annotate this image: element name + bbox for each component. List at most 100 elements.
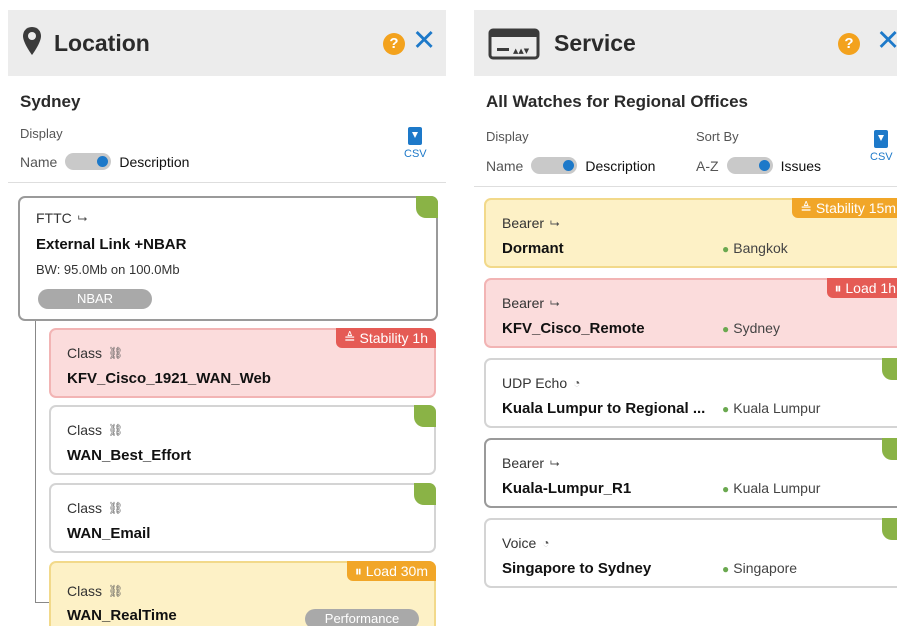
divider bbox=[8, 182, 446, 183]
card-type: Voice bbox=[502, 535, 537, 551]
svg-text:▲▲▼: ▲▲▼ bbox=[513, 47, 530, 55]
class-icon: ⛓ bbox=[108, 423, 124, 437]
link-icon: ⮡ bbox=[77, 210, 88, 225]
stability-icon: ≜ bbox=[800, 200, 816, 216]
location: ● Bangkok bbox=[722, 240, 788, 256]
link-icon: ⮡ bbox=[550, 295, 560, 310]
card-name: Dormant bbox=[502, 240, 564, 257]
service-card[interactable]: ⏸ Load 1h Bearer ⮡ KFV_Cisco_Remote ● Sydn… bbox=[484, 278, 897, 348]
ok-status-indicator bbox=[414, 483, 436, 505]
ok-status-indicator bbox=[414, 405, 436, 427]
location: ● Kuala Lumpur bbox=[722, 400, 821, 416]
load-badge: ⏸ Load 30m bbox=[346, 561, 436, 581]
map-pin-icon: ● bbox=[722, 322, 730, 336]
download-doc-icon bbox=[874, 130, 889, 148]
service-panel: ▲▲▼ Service ? ✕ All Watches for Regional… bbox=[474, 10, 897, 626]
map-pin-icon: ● bbox=[722, 402, 730, 416]
display-toggle[interactable]: Name Description bbox=[486, 157, 655, 174]
toggle-issues-label: Issues bbox=[780, 157, 822, 174]
class-icon: ⛓ bbox=[108, 584, 124, 598]
card-name: KFV_Cisco_1921_WAN_Web bbox=[67, 370, 271, 387]
card-type: Bearer bbox=[502, 295, 545, 311]
service-card[interactable]: Voice ◔ Singapore to Sydney ● Singapore bbox=[484, 518, 897, 588]
load-icon: ⏸ bbox=[354, 563, 366, 579]
card-type: Class bbox=[67, 345, 103, 361]
help-icon[interactable]: ? bbox=[838, 33, 860, 55]
csv-export-button[interactable]: CSV bbox=[404, 127, 427, 160]
service-header: ▲▲▼ Service ? ✕ bbox=[474, 10, 897, 76]
class-card[interactable]: ⏸ Load 30m Class ⛓ WAN_RealTime Performan… bbox=[49, 561, 436, 626]
stability-badge: ≜ Stability 15m bbox=[792, 198, 897, 218]
tree-connector bbox=[35, 602, 49, 603]
card-type: Bearer bbox=[502, 455, 545, 471]
map-pin-icon: ● bbox=[722, 562, 730, 576]
bandwidth: BW: 95.0Mb on 100.0Mb bbox=[36, 262, 180, 277]
location: ● Kuala Lumpur bbox=[722, 480, 821, 496]
toggle-description-label: Description bbox=[119, 153, 190, 170]
help-icon[interactable]: ? bbox=[383, 33, 405, 55]
ok-status-indicator bbox=[416, 196, 438, 218]
stability-icon: ≜ bbox=[343, 330, 360, 346]
sort-label: Sort By bbox=[696, 129, 739, 144]
panel-title: Service bbox=[554, 30, 636, 56]
card-name: WAN_Email bbox=[67, 525, 151, 542]
card-name: External Link +NBAR bbox=[36, 236, 187, 253]
csv-export-button[interactable]: CSV bbox=[870, 130, 893, 163]
performance-pill: Performance bbox=[305, 609, 419, 626]
location-name: Sydney bbox=[20, 92, 81, 111]
card-type: FTTC bbox=[36, 210, 72, 226]
service-group-name: All Watches for Regional Offices bbox=[486, 92, 748, 111]
class-card[interactable]: Class ⛓ WAN_Email bbox=[49, 483, 436, 553]
dormant-link-icon: ⮡ bbox=[550, 215, 560, 230]
gauge-icon: ◔ bbox=[542, 536, 550, 550]
toggle-az-label: A-Z bbox=[696, 157, 719, 174]
card-name: Kuala-Lumpur_R1 bbox=[502, 480, 632, 497]
toggle-name-label: Name bbox=[486, 157, 524, 174]
card-name: WAN_Best_Effort bbox=[67, 447, 192, 464]
map-pin-icon: ● bbox=[722, 482, 730, 496]
display-label: Display bbox=[486, 129, 529, 144]
location: ● Singapore bbox=[722, 560, 798, 576]
card-name: Singapore to Sydney bbox=[502, 560, 652, 577]
location-panel: Location ? ✕ Sydney Display Name Descrip… bbox=[8, 10, 446, 626]
display-switch[interactable] bbox=[531, 157, 578, 174]
card-name: WAN_RealTime bbox=[67, 607, 177, 624]
csv-label: CSV bbox=[404, 148, 427, 160]
toggle-name-label: Name bbox=[20, 153, 58, 170]
sort-switch[interactable] bbox=[726, 157, 773, 174]
download-doc-icon bbox=[408, 127, 423, 145]
stability-badge: ≜ Stability 1h bbox=[335, 328, 436, 348]
gauge-icon: ◔ bbox=[573, 376, 581, 390]
service-card[interactable]: UDP Echo ◔ Kuala Lumpur to Regional ... ●… bbox=[484, 358, 897, 428]
load-icon: ⏸ bbox=[834, 280, 846, 296]
panel-title: Location bbox=[54, 30, 150, 56]
class-icon: ⛓ bbox=[108, 501, 124, 515]
service-card[interactable]: Bearer ⮡ Kuala-Lumpur_R1 ● Kuala Lumpur bbox=[484, 438, 897, 508]
sort-toggle[interactable]: A-Z Issues bbox=[696, 157, 821, 174]
toggle-description-label: Description bbox=[585, 157, 656, 174]
card-name: Kuala Lumpur to Regional ... bbox=[502, 400, 706, 417]
class-card[interactable]: Class ⛓ WAN_Best_Effort bbox=[49, 405, 436, 475]
class-icon: ⛓ bbox=[108, 346, 124, 360]
card-type: Class bbox=[67, 583, 103, 599]
display-toggle[interactable]: Name Description bbox=[20, 153, 189, 170]
display-switch[interactable] bbox=[65, 153, 112, 170]
ok-status-indicator bbox=[882, 518, 897, 540]
nbar-pill: NBAR bbox=[38, 289, 152, 309]
divider bbox=[474, 186, 897, 187]
tree-connector bbox=[35, 321, 36, 603]
service-card[interactable]: ≜ Stability 15m Bearer ⮡ Dormant ● Bangkok bbox=[484, 198, 897, 268]
ok-status-indicator bbox=[882, 358, 897, 380]
card-name: KFV_Cisco_Remote bbox=[502, 320, 645, 337]
location-header: Location ? ✕ bbox=[8, 10, 446, 76]
class-card[interactable]: ≜ Stability 1h Class ⛓ KFV_Cisco_1921_WAN… bbox=[49, 328, 436, 398]
parent-card[interactable]: FTTC ⮡ External Link +NBAR BW: 95.0Mb on… bbox=[18, 196, 438, 321]
csv-label: CSV bbox=[870, 151, 893, 163]
display-label: Display bbox=[20, 126, 63, 141]
close-icon[interactable]: ✕ bbox=[412, 26, 436, 56]
link-icon: ⮡ bbox=[550, 455, 560, 470]
map-pin-icon: ● bbox=[722, 242, 730, 256]
close-icon[interactable]: ✕ bbox=[876, 26, 897, 56]
card-type: Class bbox=[67, 422, 103, 438]
ok-status-indicator bbox=[882, 438, 897, 460]
